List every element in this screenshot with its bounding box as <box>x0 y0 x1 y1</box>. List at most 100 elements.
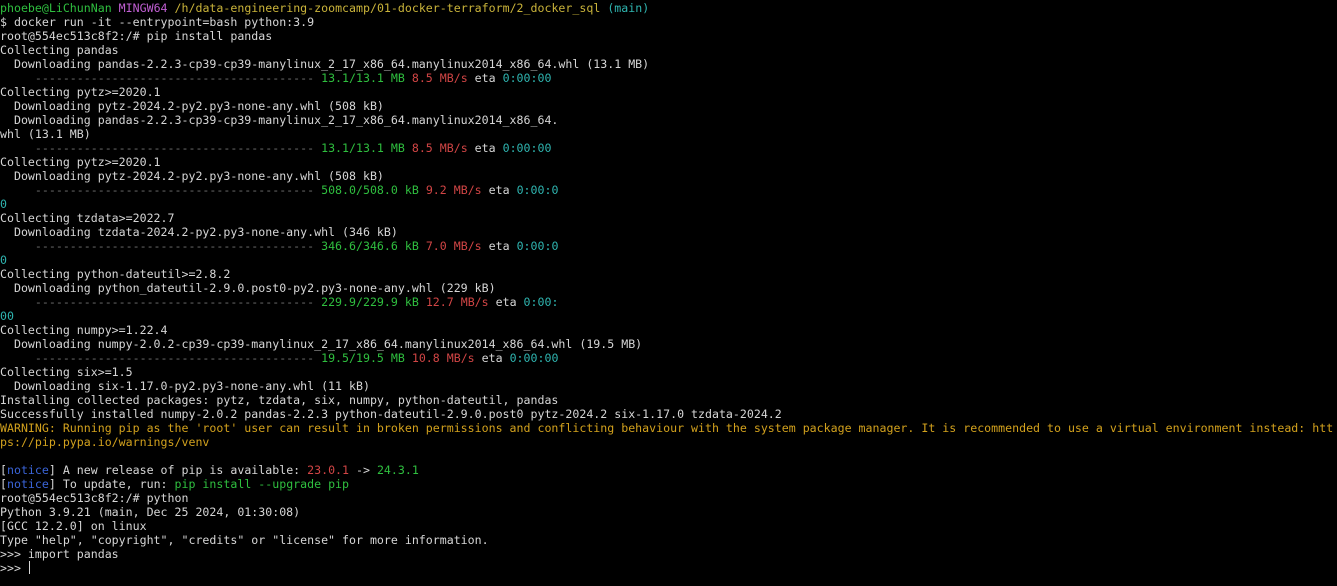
terminal-text-segment: 19.5/19.5 MB <box>321 351 405 365</box>
terminal-text-segment: 10.8 MB/s <box>411 351 475 365</box>
terminal-text-segment: Collecting numpy>=1.22.4 <box>0 323 168 337</box>
terminal-window[interactable]: phoebe@LiChunNan MINGW64 /h/data-enginee… <box>0 0 1337 586</box>
terminal-text-segment: Downloading python_dateutil-2.9.0.post0-… <box>0 281 496 295</box>
terminal-text-segment: Downloading six-1.17.0-py2.py3-none-any.… <box>0 379 370 393</box>
terminal-text-segment: ] To update, run: <box>48 477 175 491</box>
terminal-text-segment: eta <box>467 71 503 85</box>
terminal-text-segment: eta <box>488 295 524 309</box>
terminal-text-segment: ---------------------------------------- <box>0 71 322 85</box>
terminal-line: Successfully installed numpy-2.0.2 panda… <box>0 407 782 421</box>
terminal-text-segment: ] A new release of pip is available: <box>48 463 308 477</box>
terminal-text-segment: 13.1/13.1 MB <box>321 141 405 155</box>
terminal-text-segment: $ docker run -it --entrypoint=bash pytho… <box>0 15 315 29</box>
terminal-line: 0 <box>0 253 7 267</box>
terminal-text-segment: -> <box>349 463 377 477</box>
terminal-text-segment: Python 3.9.21 (main, Dec 25 2024, 01:30:… <box>0 505 301 519</box>
terminal-line: [notice] A new release of pip is availab… <box>0 463 419 477</box>
terminal-line: ----------------------------------------… <box>0 183 559 197</box>
terminal-text-segment: 508.0/508.0 kB <box>321 183 419 197</box>
terminal-text-segment: ---------------------------------------- <box>0 295 322 309</box>
terminal-text-segment: eta <box>481 239 517 253</box>
terminal-text-segment: root@554ec513c8f2:/# python <box>0 491 189 505</box>
terminal-line: Downloading python_dateutil-2.9.0.post0-… <box>0 281 496 295</box>
terminal-text-segment: pip install --upgrade pip <box>174 477 350 491</box>
terminal-text-segment: Downloading pytz-2024.2-py2.py3-none-any… <box>0 169 384 183</box>
terminal-line: Collecting pytz>=2020.1 <box>0 155 161 169</box>
terminal-text-segment: 24.3.1 <box>376 463 419 477</box>
terminal-line: ----------------------------------------… <box>0 351 559 365</box>
terminal-line: Downloading six-1.17.0-py2.py3-none-any.… <box>0 379 370 393</box>
terminal-text-segment: Downloading tzdata-2024.2-py2.py3-none-a… <box>0 225 398 239</box>
terminal-line: Downloading pandas-2.2.3-cp39-cp39-manyl… <box>0 113 558 127</box>
terminal-text-segment: ps://pip.pypa.io/warnings/venv <box>0 435 210 449</box>
terminal-line: Type "help", "copyright", "credits" or "… <box>0 533 489 547</box>
terminal-text-segment: [ <box>0 477 7 491</box>
terminal-text-segment: notice <box>6 463 49 477</box>
terminal-text-segment: MINGW64 <box>118 1 168 15</box>
terminal-text-segment: eta <box>481 183 517 197</box>
terminal-text-segment: Collecting tzdata>=2022.7 <box>0 211 175 225</box>
terminal-line: Downloading pytz-2024.2-py2.py3-none-any… <box>0 169 384 183</box>
terminal-line: ----------------------------------------… <box>0 141 552 155</box>
terminal-text-segment: Downloading pandas-2.2.3-cp39-cp39-manyl… <box>0 113 559 127</box>
terminal-text-segment: /h/data-engineering-zoomcamp/01-docker-t… <box>174 1 601 15</box>
terminal-line: ----------------------------------------… <box>0 239 559 253</box>
terminal-line: Collecting pandas <box>0 43 119 57</box>
terminal-text-segment: 0 <box>0 197 7 211</box>
terminal-text-segment: eta <box>474 351 510 365</box>
terminal-text-segment: Collecting pandas <box>0 43 119 57</box>
terminal-line: Collecting numpy>=1.22.4 <box>0 323 168 337</box>
terminal-line: root@554ec513c8f2:/# python <box>0 491 188 505</box>
terminal-text-segment: WARNING: Running pip as the 'root' user … <box>0 421 1334 435</box>
terminal-text-segment: ---------------------------------------- <box>0 351 322 365</box>
terminal-text-segment: >>> <box>0 561 28 575</box>
terminal-text-segment: notice <box>6 477 49 491</box>
terminal-text-segment: 0:00:00 <box>509 351 559 365</box>
terminal-text-segment: Installing collected packages: pytz, tzd… <box>0 393 559 407</box>
terminal-text-segment: 0:00:0 <box>516 183 559 197</box>
terminal-line: WARNING: Running pip as the 'root' user … <box>0 421 1333 435</box>
terminal-text-segment: (main) <box>607 1 650 15</box>
text-cursor <box>28 561 30 574</box>
terminal-line: [notice] To update, run: pip install --u… <box>0 477 349 491</box>
terminal-text-segment: 0:00:0 <box>516 239 559 253</box>
terminal-text-segment: 0 <box>0 253 7 267</box>
terminal-line: $ docker run -it --entrypoint=bash pytho… <box>0 15 314 29</box>
terminal-line: Collecting python-dateutil>=2.8.2 <box>0 267 230 281</box>
terminal-text-segment: 7.0 MB/s <box>425 239 482 253</box>
terminal-text-segment: 8.5 MB/s <box>411 71 468 85</box>
terminal-text-segment: 13.1/13.1 MB <box>321 71 405 85</box>
terminal-line: ps://pip.pypa.io/warnings/venv <box>0 435 209 449</box>
terminal-text-segment: whl (13.1 MB) <box>0 127 91 141</box>
terminal-line: [GCC 12.2.0] on linux <box>0 519 147 533</box>
terminal-line: Collecting tzdata>=2022.7 <box>0 211 175 225</box>
terminal-text-segment: phoebe@LiChunNan <box>0 1 112 15</box>
terminal-text-segment: eta <box>467 141 503 155</box>
terminal-line: phoebe@LiChunNan MINGW64 /h/data-enginee… <box>0 1 649 15</box>
terminal-line: ----------------------------------------… <box>0 295 559 309</box>
terminal-line: ----------------------------------------… <box>0 71 552 85</box>
terminal-text-segment: Collecting six>=1.5 <box>0 365 133 379</box>
terminal-text-segment: 9.2 MB/s <box>425 183 482 197</box>
terminal-text-segment: Downloading numpy-2.0.2-cp39-cp39-manyli… <box>0 337 643 351</box>
terminal-text-segment: ---------------------------------------- <box>0 239 322 253</box>
terminal-line: 00 <box>0 309 14 323</box>
terminal-line: Downloading tzdata-2024.2-py2.py3-none-a… <box>0 225 398 239</box>
terminal-line: whl (13.1 MB) <box>0 127 91 141</box>
terminal-text-segment: 12.7 MB/s <box>425 295 489 309</box>
terminal-text-segment: Successfully installed numpy-2.0.2 panda… <box>0 407 782 421</box>
terminal-text-segment: 00 <box>0 309 14 323</box>
terminal-text-segment: Collecting python-dateutil>=2.8.2 <box>0 267 231 281</box>
terminal-text-segment: 0:00:00 <box>502 71 552 85</box>
terminal-text-segment: Downloading pytz-2024.2-py2.py3-none-any… <box>0 99 384 113</box>
terminal-text-segment: 23.0.1 <box>307 463 350 477</box>
terminal-text-segment: [GCC 12.2.0] on linux <box>0 519 147 533</box>
terminal-line: Collecting six>=1.5 <box>0 365 133 379</box>
terminal-line: Collecting pytz>=2020.1 <box>0 85 161 99</box>
